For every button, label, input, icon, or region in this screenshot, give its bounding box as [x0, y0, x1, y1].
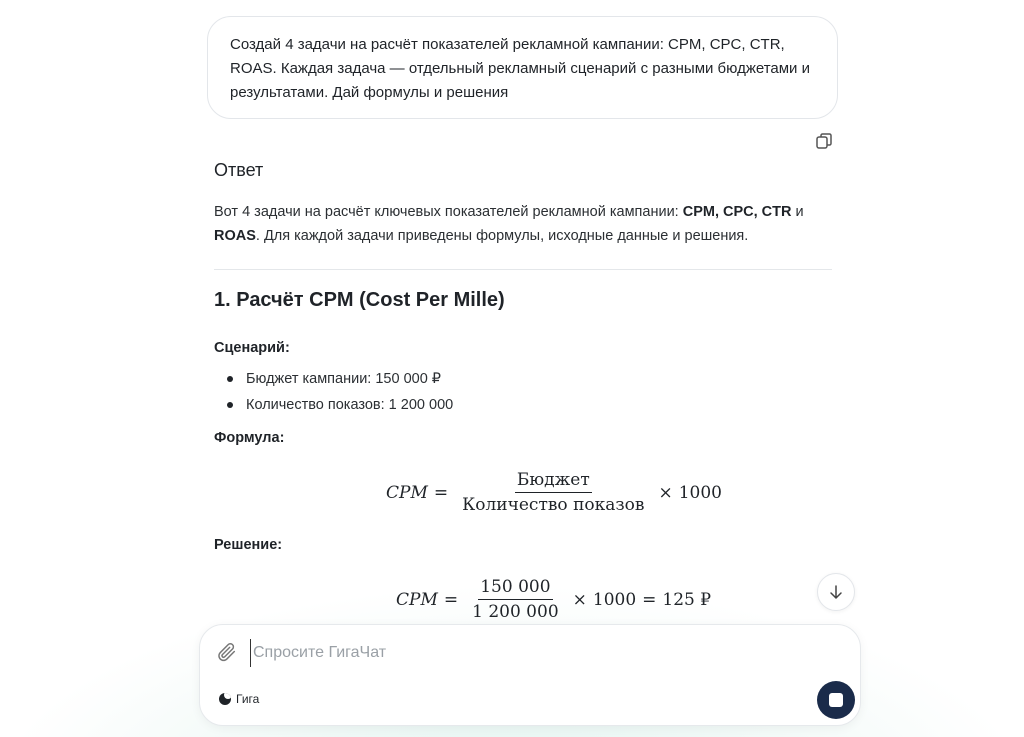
cpm-solution: CPM = 150 000 1 200 000 × 1000 = 125 ₽	[396, 577, 711, 622]
formula-numerator: Бюджет	[514, 470, 592, 493]
formula-denominator: Количество показов	[462, 495, 645, 515]
solution-label: Решение:	[214, 537, 283, 553]
answer-heading: Ответ	[214, 160, 264, 180]
formula-fraction: Бюджет Количество показов	[460, 470, 646, 515]
stop-icon	[829, 693, 843, 707]
solution-denominator: 1 200 000	[472, 602, 559, 622]
solution-result: 125 ₽	[662, 589, 712, 610]
solution-numerator: 150 000	[478, 577, 553, 600]
intro-text-end: . Для каждой задачи приведены формулы, и…	[255, 228, 749, 244]
paperclip-icon[interactable]	[216, 641, 238, 663]
message-composer: Гига	[199, 624, 861, 726]
divider	[214, 269, 832, 270]
solution-equals: =	[443, 589, 459, 610]
intro-bold-metrics: CPM, CPC, CTR	[682, 204, 792, 220]
model-name: Гига	[236, 692, 260, 706]
user-message-text: Создай 4 задачи на расчёт показателей ре…	[230, 36, 810, 101]
answer-intro: Вот 4 задачи на расчёт ключевых показате…	[214, 200, 834, 248]
stop-button[interactable]	[817, 681, 855, 719]
solution-factor: 1000	[592, 589, 637, 610]
formula-lhs: CPM	[386, 482, 428, 503]
giga-logo-icon	[219, 693, 231, 705]
formula-times: ×	[658, 482, 673, 503]
scroll-down-button[interactable]	[817, 573, 855, 611]
list-item: Бюджет кампании: 150 000 ₽	[226, 366, 453, 392]
copy-icon[interactable]	[814, 131, 834, 151]
intro-text-and: и	[791, 204, 804, 220]
intro-bold-roas: ROAS	[214, 228, 256, 244]
formula-factor: 1000	[678, 482, 722, 503]
formula-equals: =	[433, 482, 449, 503]
scenario-label: Сценарий:	[214, 340, 290, 356]
intro-text: Вот 4 задачи на расчёт ключевых показате…	[214, 204, 683, 220]
model-selector[interactable]: Гига	[219, 692, 259, 706]
solution-equals-2: =	[642, 589, 657, 610]
chat-input[interactable]	[250, 639, 795, 667]
formula-label: Формула:	[214, 430, 285, 446]
solution-lhs: CPM	[396, 589, 438, 610]
user-message-bubble: Создай 4 задачи на расчёт показателей ре…	[207, 16, 838, 119]
cpm-formula: CPM = Бюджет Количество показов × 1000	[386, 470, 722, 515]
scenario-list: Бюджет кампании: 150 000 ₽ Количество по…	[226, 366, 453, 418]
solution-times: ×	[572, 589, 587, 610]
arrow-down-icon	[830, 585, 842, 599]
solution-fraction: 150 000 1 200 000	[470, 577, 561, 622]
list-item: Количество показов: 1 200 000	[226, 392, 453, 418]
section-title: 1. Расчёт CPM (Cost Per Mille)	[214, 289, 505, 311]
